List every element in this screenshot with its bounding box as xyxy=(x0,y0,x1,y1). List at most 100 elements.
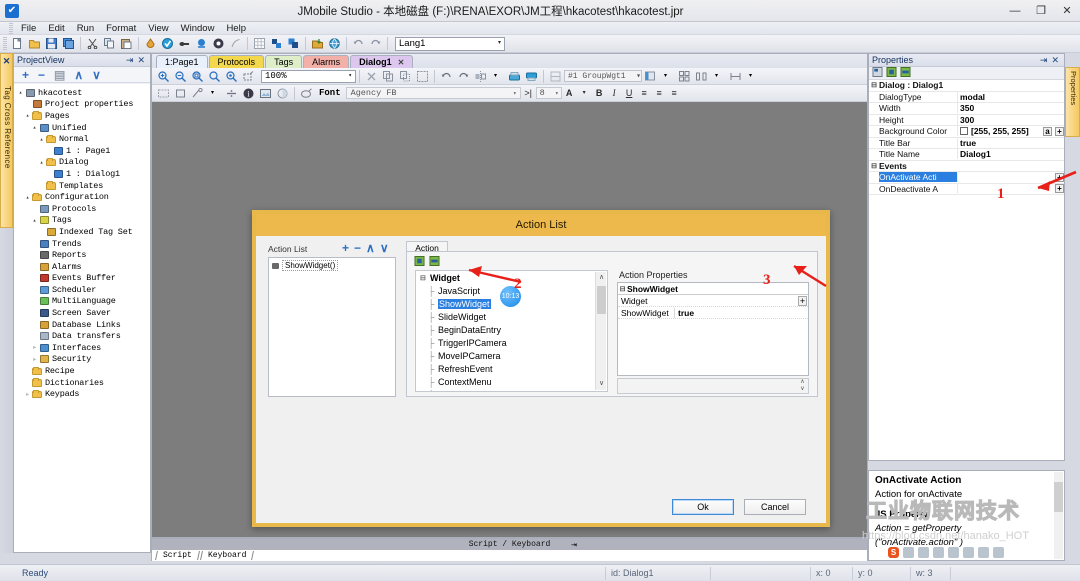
text-style-icon[interactable] xyxy=(299,86,314,101)
collapse-icon[interactable]: ▴ xyxy=(23,194,32,201)
select-all-icon[interactable] xyxy=(415,69,430,84)
transform-dropdown-icon[interactable]: ▾ xyxy=(207,86,222,101)
widget-action-item[interactable]: ├MoveIPCamera xyxy=(416,349,607,362)
align-left-button[interactable]: ≡ xyxy=(638,87,651,100)
project-tree[interactable]: ▴hkacotestProject properties▴Pages▴Unifi… xyxy=(14,84,150,552)
font-color-dropdown-icon[interactable]: ▾ xyxy=(578,87,591,100)
document-tab[interactable]: Protocols xyxy=(209,55,265,68)
property-row[interactable]: OnActivate Acti+ xyxy=(869,172,1064,184)
expand-icon[interactable]: ▹ xyxy=(30,356,39,363)
project-tree-item[interactable]: Reports xyxy=(16,249,150,261)
close-icon[interactable]: ✕ xyxy=(1049,55,1061,66)
property-row[interactable]: Title Bartrue xyxy=(869,138,1064,150)
move-up-button[interactable]: ∧ xyxy=(74,68,83,82)
project-tree-item[interactable]: 1 : Dialog1 xyxy=(16,168,150,180)
document-tab[interactable]: 1:Page1 xyxy=(156,55,208,68)
distribute-dropdown-icon[interactable]: ▾ xyxy=(711,69,726,84)
project-tree-item[interactable]: ▹Keypads xyxy=(16,388,150,400)
menu-window[interactable]: Window xyxy=(175,22,221,35)
collapse-icon[interactable]: ⊟ xyxy=(869,81,879,89)
project-tree-item[interactable]: Screen Saver xyxy=(16,307,150,319)
project-tree-item[interactable]: Events Buffer xyxy=(16,273,150,285)
menu-file[interactable]: File xyxy=(15,22,42,35)
property-pages-icon[interactable] xyxy=(900,67,911,80)
edit-node-button[interactable]: ▤ xyxy=(54,68,65,82)
scrollbar-thumb[interactable] xyxy=(1054,482,1063,512)
menu-view[interactable]: View xyxy=(142,22,174,35)
project-tree-item[interactable]: ▴Dialog xyxy=(16,157,150,169)
status-icon[interactable] xyxy=(211,36,226,51)
copy-icon[interactable] xyxy=(102,36,117,51)
project-tree-item[interactable]: Templates xyxy=(16,180,150,192)
action-list-item[interactable]: ShowWidget() xyxy=(269,258,395,271)
save-icon[interactable] xyxy=(44,36,59,51)
size-dropdown-icon[interactable]: ▾ xyxy=(745,69,760,84)
image-icon[interactable] xyxy=(258,86,273,101)
add-node-button[interactable]: + xyxy=(22,68,29,82)
menu-help[interactable]: Help xyxy=(220,22,252,35)
rotate-left-icon[interactable] xyxy=(439,69,454,84)
action-property-row[interactable]: ShowWidgettrue xyxy=(618,307,808,319)
scroll-down-icon[interactable]: ∨ xyxy=(596,378,607,390)
collapse-icon[interactable]: ▴ xyxy=(37,136,46,143)
project-tree-item[interactable]: MultiLanguage xyxy=(16,296,150,308)
zoom-selection-icon[interactable] xyxy=(207,69,222,84)
project-tree-item[interactable]: Protocols xyxy=(16,203,150,215)
cancel-button[interactable]: Cancel xyxy=(744,499,806,515)
close-icon[interactable]: ✕ xyxy=(398,56,405,69)
project-tree-item[interactable]: Scheduler xyxy=(16,284,150,296)
sort-alpha-icon[interactable] xyxy=(886,67,897,80)
collapse-icon[interactable]: ▴ xyxy=(23,112,32,119)
shape-square-icon[interactable] xyxy=(173,86,188,101)
property-value-cell[interactable]: 350 xyxy=(957,103,1064,113)
transform-icon[interactable] xyxy=(190,86,205,101)
collapse-icon[interactable]: ⊟ xyxy=(869,162,879,170)
project-tree-item[interactable]: ▴Tags xyxy=(16,215,150,227)
validate-icon[interactable] xyxy=(160,36,175,51)
edit-property-button[interactable]: + xyxy=(1055,173,1064,182)
align-right-button[interactable]: ≡ xyxy=(668,87,681,100)
project-tree-item[interactable]: Indexed Tag Set xyxy=(16,226,150,238)
project-tree-item[interactable]: Project properties xyxy=(16,99,150,111)
expand-icon[interactable]: ▹ xyxy=(23,391,32,398)
collapse-icon[interactable]: ▴ xyxy=(30,124,39,131)
widget-action-item[interactable]: ├ContextMenu xyxy=(416,375,607,388)
widget-gallery-icon[interactable] xyxy=(269,36,284,51)
widget-library-icon[interactable] xyxy=(286,36,301,51)
delete-icon[interactable] xyxy=(364,69,379,84)
widget-action-item[interactable]: ⊟Widget xyxy=(416,271,607,284)
page-layout-icon[interactable] xyxy=(643,69,658,84)
property-row[interactable]: Width350 xyxy=(869,103,1064,115)
new-file-icon[interactable] xyxy=(10,36,25,51)
zoom-actual-icon[interactable] xyxy=(224,69,239,84)
font-name-select[interactable]: Agency FB ▾ xyxy=(346,87,521,99)
flip-icon[interactable] xyxy=(473,69,488,84)
layout-dropdown-icon[interactable]: ▾ xyxy=(660,69,675,84)
widget-action-item[interactable]: ├ReplaceMedia xyxy=(416,388,607,392)
copy-style-icon[interactable] xyxy=(398,69,413,84)
property-row[interactable]: Background Color[255, 255, 255]a+ xyxy=(869,126,1064,138)
grid-icon[interactable] xyxy=(252,36,267,51)
scroll-down-icon[interactable]: ∨ xyxy=(798,386,807,393)
widget-tree-scrollbar[interactable]: ∧ ∨ xyxy=(595,272,606,390)
distribute-icon[interactable] xyxy=(694,69,709,84)
redo-icon[interactable] xyxy=(368,36,383,51)
project-tree-item[interactable]: ▹Interfaces xyxy=(16,342,150,354)
widget-action-item[interactable]: ├SlideWidget xyxy=(416,310,607,323)
maximize-button[interactable]: ❐ xyxy=(1028,1,1054,21)
property-row[interactable]: ⊟Dialog : Dialog1 xyxy=(869,80,1064,92)
project-tree-item[interactable]: Data transfers xyxy=(16,330,150,342)
project-tree-item[interactable]: ▴Pages xyxy=(16,110,150,122)
remove-node-button[interactable]: − xyxy=(38,68,45,82)
bold-button[interactable]: B xyxy=(593,87,606,100)
import-icon[interactable] xyxy=(310,36,325,51)
flip-dropdown-icon[interactable]: ▾ xyxy=(490,69,505,84)
project-tree-item[interactable]: Dictionaries xyxy=(16,377,150,389)
project-tree-item[interactable]: Database Links xyxy=(16,319,150,331)
font-expand-icon[interactable]: >| xyxy=(522,87,535,100)
opacity-icon[interactable] xyxy=(275,86,290,101)
open-file-icon[interactable] xyxy=(27,36,42,51)
tab-script[interactable]: Script xyxy=(155,551,200,560)
action-properties-grid[interactable]: ⊟ShowWidgetWidget+ShowWidgettrue xyxy=(617,282,809,376)
action-list-box[interactable]: ShowWidget() xyxy=(268,257,396,397)
